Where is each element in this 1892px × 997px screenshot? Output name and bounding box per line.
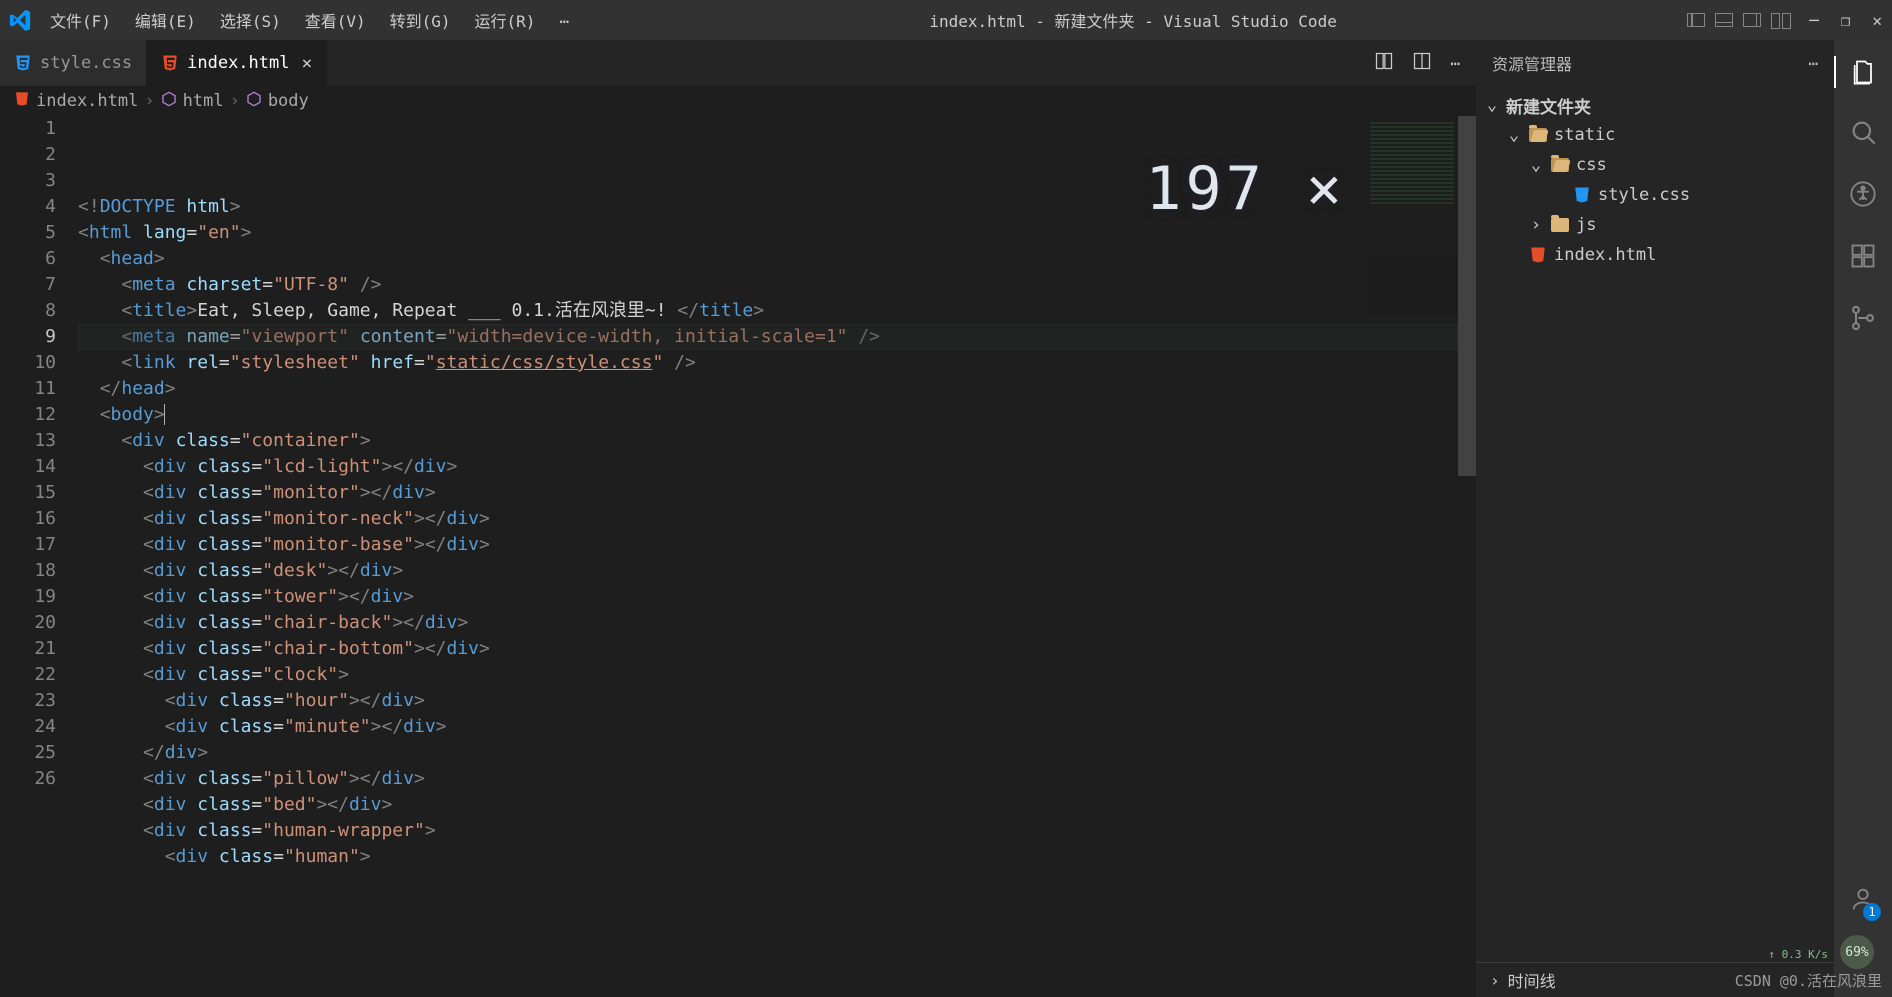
editor-tabs: style.css index.html × ⋯ [0, 40, 1476, 86]
more-actions-icon[interactable]: ⋯ [1450, 54, 1460, 73]
tree-label: js [1576, 215, 1596, 235]
tree-item[interactable]: ⌄ static [1476, 120, 1834, 150]
line-gutter: 1234567891011121314151617181920212223242… [0, 116, 78, 997]
tab-label: style.css [40, 53, 132, 73]
tree-item[interactable]: ⌄ css [1476, 150, 1834, 180]
menu-run[interactable]: 运行(R) [465, 4, 546, 36]
maximize-icon[interactable]: ❐ [1841, 11, 1851, 30]
diff-icon[interactable] [1374, 51, 1394, 75]
menu-edit[interactable]: 编辑(E) [125, 4, 206, 36]
breadcrumb-item[interactable]: index.html [36, 91, 138, 111]
watermark: CSDN @0.活在风浪里 [1735, 970, 1882, 991]
explorer-header: 资源管理器 ⋯ [1476, 40, 1834, 86]
search-icon[interactable] [1849, 118, 1877, 150]
timeline-label: 时间线 [1508, 968, 1556, 992]
tree-label: index.html [1554, 245, 1656, 265]
accessibility-icon[interactable] [1849, 180, 1877, 212]
tree-root-label: 新建文件夹 [1506, 93, 1591, 118]
chevron-right-icon: › [1490, 971, 1500, 990]
chevron-right-icon: › [144, 91, 154, 111]
layout-right-icon[interactable] [1743, 13, 1761, 27]
window-title: index.html - 新建文件夹 - Visual Studio Code [579, 8, 1687, 32]
chevron-icon: ⌄ [1528, 155, 1544, 175]
layout-controls [1687, 13, 1809, 27]
main-menu: 文件(F) 编辑(E) 选择(S) 查看(V) 转到(G) 运行(R) … [40, 4, 579, 36]
tree-label: style.css [1598, 185, 1690, 205]
file-tree: ⌄ 新建文件夹 ⌄ static ⌄ css style.css › js index.htm… [1476, 86, 1834, 274]
current-line-highlight [78, 324, 1458, 350]
explorer-icon[interactable] [1834, 56, 1892, 88]
tab-actions: ⋯ [1374, 40, 1476, 86]
net-speed: ↑ 0.3 K/s [1768, 948, 1828, 961]
file-icon [1550, 158, 1570, 172]
editor-area: style.css index.html × ⋯ [0, 40, 1476, 997]
minimap[interactable] [1366, 116, 1458, 316]
battery-badge: 69% [1840, 935, 1874, 969]
close-icon[interactable]: ✕ [1872, 11, 1882, 30]
chevron-icon: ⌄ [1506, 125, 1522, 145]
tree-item[interactable]: index.html [1476, 240, 1834, 270]
titlebar: 文件(F) 编辑(E) 选择(S) 查看(V) 转到(G) 运行(R) … in… [0, 0, 1892, 40]
html-file-icon [14, 91, 30, 112]
tab-close-icon[interactable]: × [301, 53, 312, 74]
minimize-icon[interactable]: ─ [1809, 11, 1819, 30]
chevron-icon: › [1528, 215, 1544, 235]
overlay-counter: 197 × [1145, 176, 1346, 202]
layout-left-icon[interactable] [1687, 13, 1705, 27]
file-icon [1572, 186, 1592, 204]
css-file-icon [14, 54, 32, 72]
tab-index-html[interactable]: index.html × [147, 40, 327, 86]
extensions-icon[interactable] [1849, 242, 1877, 274]
menu-more[interactable]: … [549, 4, 579, 36]
explorer-sidebar: 资源管理器 ⋯ ⌄ 新建文件夹 ⌄ static ⌄ css style.css › js i… [1476, 40, 1834, 997]
menu-file[interactable]: 文件(F) [40, 4, 121, 36]
file-icon [1528, 128, 1548, 142]
menu-view[interactable]: 查看(V) [295, 4, 376, 36]
menu-select[interactable]: 选择(S) [210, 4, 291, 36]
tree-item[interactable]: style.css [1476, 180, 1834, 210]
cube-icon [246, 91, 262, 112]
breadcrumb[interactable]: index.html › html › body [0, 86, 1476, 116]
tab-label: index.html [187, 53, 289, 73]
layout-split-icon[interactable] [1771, 13, 1791, 27]
account-icon[interactable]: 1 [1849, 885, 1877, 917]
tab-style-css[interactable]: style.css [0, 40, 147, 86]
tree-label: static [1554, 125, 1615, 145]
tree-root[interactable]: ⌄ 新建文件夹 [1476, 90, 1834, 120]
cube-icon [161, 91, 177, 112]
split-editor-icon[interactable] [1412, 51, 1432, 75]
source-control-icon[interactable] [1849, 304, 1877, 336]
breadcrumb-item[interactable]: html [183, 91, 224, 111]
vscode-logo-icon [0, 9, 40, 31]
code-editor[interactable]: 1234567891011121314151617181920212223242… [0, 116, 1476, 997]
activity-bar: 1 [1834, 40, 1892, 997]
scrollbar[interactable] [1458, 116, 1476, 997]
scroll-thumb[interactable] [1458, 116, 1476, 476]
code-content[interactable]: <!DOCTYPE html><html lang="en"> <head> <… [78, 116, 1476, 997]
tree-item[interactable]: › js [1476, 210, 1834, 240]
layout-bottom-icon[interactable] [1715, 13, 1733, 27]
file-icon [1528, 246, 1548, 264]
tree-label: css [1576, 155, 1607, 175]
html-file-icon [161, 54, 179, 72]
more-icon[interactable]: ⋯ [1808, 54, 1818, 73]
window-controls: ─ ❐ ✕ [1809, 11, 1892, 30]
chevron-down-icon: ⌄ [1484, 95, 1500, 115]
explorer-title: 资源管理器 [1492, 51, 1572, 75]
chevron-right-icon: › [230, 91, 240, 111]
breadcrumb-item[interactable]: body [268, 91, 309, 111]
menu-goto[interactable]: 转到(G) [380, 4, 461, 36]
account-badge: 1 [1863, 903, 1881, 921]
file-icon [1550, 218, 1570, 232]
